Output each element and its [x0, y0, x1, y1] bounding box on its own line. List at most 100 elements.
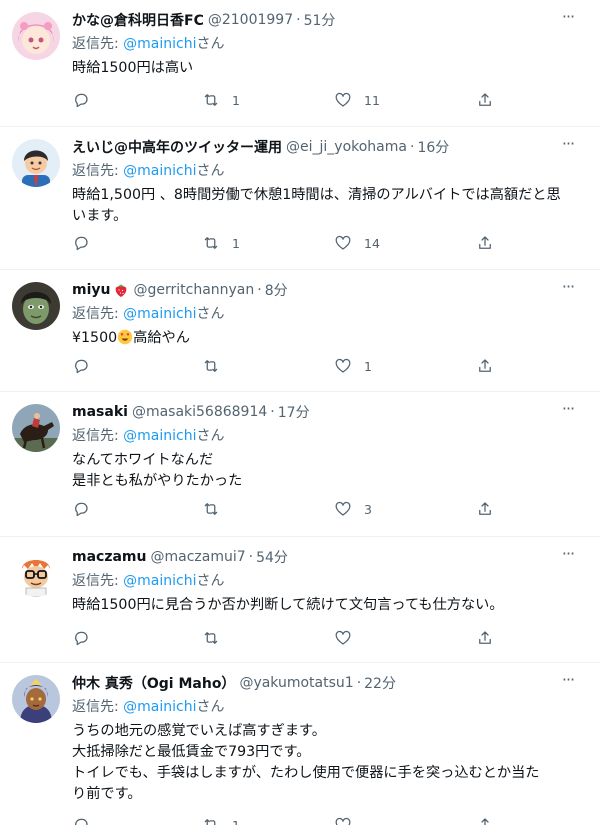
- mention-link[interactable]: @mainichi: [123, 36, 196, 52]
- reply-button[interactable]: [72, 356, 102, 376]
- retweet-button[interactable]: 1: [202, 233, 240, 253]
- like-icon: [334, 91, 352, 109]
- avatar[interactable]: [12, 282, 60, 330]
- avatar[interactable]: [12, 549, 60, 597]
- retweet-button[interactable]: [202, 628, 232, 648]
- user-handle[interactable]: @ei_ji_yokohama: [286, 139, 407, 155]
- timestamp[interactable]: 22分: [364, 673, 396, 693]
- honorific: さん: [196, 699, 225, 715]
- more-icon[interactable]: ···: [558, 546, 578, 567]
- replying-to-label: 返信先:: [72, 699, 124, 715]
- retweet-button[interactable]: 1: [202, 90, 240, 110]
- share-button[interactable]: [476, 815, 494, 825]
- like-icon: [334, 816, 352, 825]
- tweet-text: 時給1500円は高い: [72, 60, 194, 76]
- timestamp[interactable]: 17分: [278, 402, 310, 422]
- like-button[interactable]: 14: [334, 233, 380, 253]
- mention-link[interactable]: @mainichi: [123, 163, 196, 179]
- separator: ·: [248, 549, 254, 565]
- retweet-icon: [202, 357, 220, 375]
- retweet-icon: [202, 234, 220, 252]
- display-name[interactable]: maczamu: [72, 549, 146, 565]
- user-handle[interactable]: @yakumotatsu1: [239, 675, 353, 691]
- display-name[interactable]: えいじ@中高年のツイッター運用: [72, 137, 282, 157]
- reply-button[interactable]: [72, 90, 102, 110]
- retweet-icon: [202, 629, 220, 647]
- reply-button[interactable]: [72, 233, 102, 253]
- reply-button[interactable]: [72, 499, 102, 519]
- share-icon: [476, 816, 494, 825]
- action-bar: 1 14: [72, 233, 584, 253]
- retweet-count: 1: [232, 92, 240, 108]
- honorific: さん: [196, 36, 225, 52]
- more-icon[interactable]: ···: [558, 401, 578, 422]
- user-handle[interactable]: @gerritchannyan: [133, 282, 254, 298]
- timestamp[interactable]: 54分: [256, 547, 288, 567]
- retweet-button[interactable]: [202, 499, 232, 519]
- share-icon: [476, 91, 494, 109]
- tweet-text: 時給1500円に見合うか否か判断して続けて文句言っても仕方ない。: [72, 597, 504, 613]
- replying-to-label: 返信先:: [72, 163, 124, 179]
- honorific: さん: [196, 163, 225, 179]
- more-icon[interactable]: ···: [558, 279, 578, 300]
- like-count: 3: [364, 501, 372, 517]
- like-button[interactable]: 1: [334, 356, 372, 376]
- display-name[interactable]: miyu: [72, 282, 110, 298]
- share-icon: [476, 500, 494, 518]
- retweet-button[interactable]: 1: [202, 815, 240, 825]
- avatar[interactable]: [12, 12, 60, 60]
- reply-icon: [72, 816, 90, 825]
- display-name[interactable]: masaki: [72, 404, 128, 420]
- mention-link[interactable]: @mainichi: [123, 573, 196, 589]
- avatar[interactable]: [12, 139, 60, 187]
- like-button[interactable]: [334, 628, 364, 648]
- mention-link[interactable]: @mainichi: [123, 306, 196, 322]
- tweet-header: えいじ@中高年のツイッター運用 @ei_ji_yokohama · 16分: [72, 137, 560, 157]
- share-button[interactable]: [476, 628, 494, 648]
- mention-link[interactable]: @mainichi: [123, 699, 196, 715]
- like-icon: [334, 234, 352, 252]
- reply-button[interactable]: [72, 815, 102, 825]
- share-button[interactable]: [476, 499, 494, 519]
- timestamp[interactable]: 51分: [304, 10, 336, 30]
- like-button[interactable]: 3: [334, 499, 372, 519]
- action-bar: 1: [72, 356, 584, 376]
- tweet-header: かな@倉科明日香FC @21001997 · 51分: [72, 10, 560, 30]
- share-button[interactable]: [476, 90, 494, 110]
- user-handle[interactable]: @maczamui7: [150, 549, 245, 565]
- user-handle[interactable]: @21001997: [208, 12, 293, 28]
- user-handle[interactable]: @masaki56868914: [132, 404, 267, 420]
- mention-link[interactable]: @mainichi: [123, 428, 196, 444]
- more-icon[interactable]: ···: [558, 9, 578, 30]
- like-button[interactable]: [334, 815, 364, 825]
- timestamp[interactable]: 8分: [265, 280, 288, 300]
- tweet[interactable]: masaki @masaki56868914 · 17分 ··· 返信先: @m…: [0, 392, 600, 537]
- tweet[interactable]: えいじ@中高年のツイッター運用 @ei_ji_yokohama · 16分 ··…: [0, 127, 600, 270]
- tweet-header: masaki @masaki56868914 · 17分: [72, 402, 560, 422]
- more-icon[interactable]: ···: [558, 672, 578, 693]
- share-icon: [476, 234, 494, 252]
- tweet[interactable]: かな@倉科明日香FC @21001997 · 51分 ··· 返信先: @mai…: [0, 0, 600, 127]
- tweet[interactable]: 仲木 真秀（Ogi Maho） @yakumotatsu1 · 22分 ··· …: [0, 663, 600, 825]
- share-button[interactable]: [476, 233, 494, 253]
- retweet-count: 1: [232, 817, 240, 825]
- retweet-button[interactable]: [202, 356, 232, 376]
- avatar[interactable]: [12, 404, 60, 452]
- more-icon[interactable]: ···: [558, 136, 578, 157]
- reply-button[interactable]: [72, 628, 102, 648]
- honorific: さん: [196, 306, 225, 322]
- tweet[interactable]: maczamu @maczamui7 · 54分 ··· 返信先: @maini…: [0, 537, 600, 663]
- like-button[interactable]: 11: [334, 90, 380, 110]
- share-icon: [476, 357, 494, 375]
- tweet[interactable]: miyu @gerritchannyan · 8分 ··· 返信先: @main…: [0, 270, 600, 392]
- tweet-text: なんてホワイトなんだ 是非とも私がやりたかった: [72, 452, 243, 489]
- share-button[interactable]: [476, 356, 494, 376]
- action-bar: 1 11: [72, 90, 584, 110]
- timestamp[interactable]: 16分: [417, 137, 449, 157]
- display-name[interactable]: かな@倉科明日香FC: [72, 10, 204, 30]
- reply-feed: かな@倉科明日香FC @21001997 · 51分 ··· 返信先: @mai…: [0, 0, 600, 825]
- replying-to-label: 返信先:: [72, 428, 124, 444]
- display-name[interactable]: 仲木 真秀（Ogi Maho）: [72, 673, 235, 693]
- replying-to: 返信先: @mainichiさん: [72, 425, 225, 445]
- avatar[interactable]: [12, 675, 60, 723]
